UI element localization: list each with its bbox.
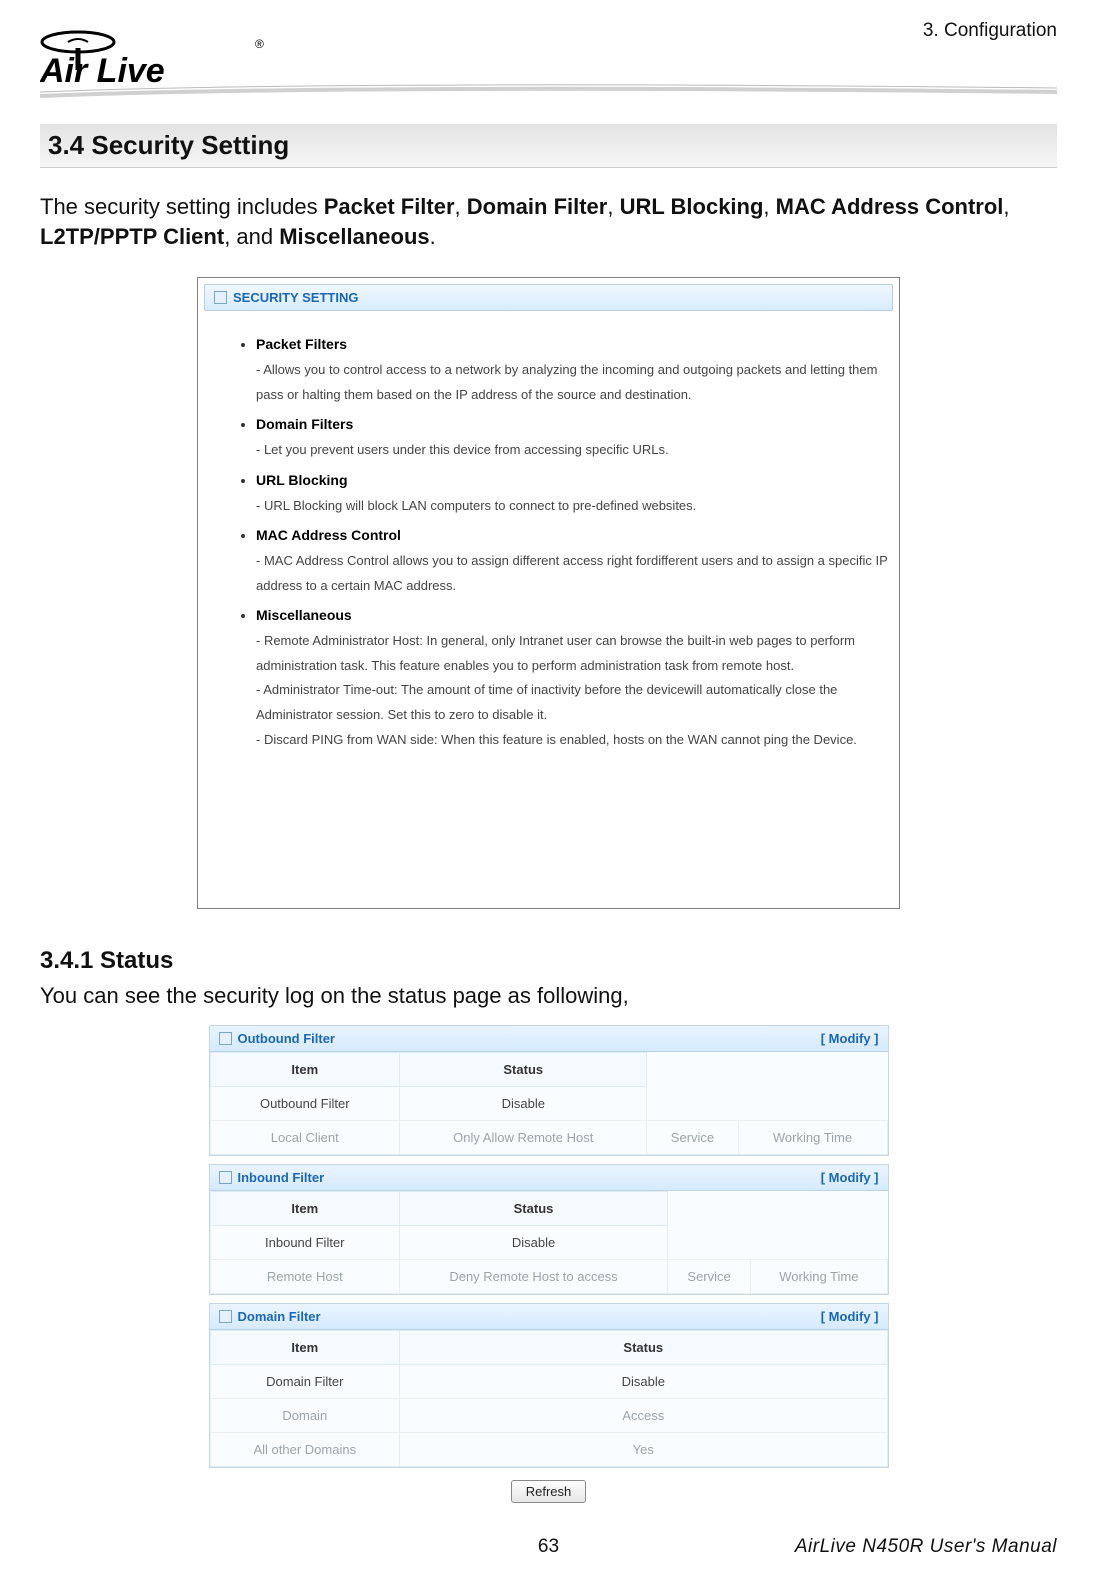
security-item-title: Packet Filters: [256, 336, 347, 352]
intro-prefix: The security setting includes: [40, 194, 324, 219]
table-cell: Domain Filter: [210, 1365, 400, 1399]
status-block: Inbound Filter[ Modify ]ItemStatusInboun…: [209, 1164, 889, 1295]
table-header: Status: [400, 1192, 668, 1226]
panel-header: SECURITY SETTING: [204, 284, 893, 311]
table-cell-muted: Working Time: [751, 1260, 887, 1294]
chapter-label: 3. Configuration: [923, 20, 1057, 42]
security-item: MAC Address Control - MAC Address Control…: [256, 522, 891, 598]
table-cell-muted: Access: [400, 1399, 887, 1433]
table-cell: Disable: [400, 1365, 887, 1399]
table-cell-muted: Only Allow Remote Host: [400, 1121, 647, 1155]
security-item: Domain Filters - Let you prevent users un…: [256, 411, 891, 462]
table-header: Item: [210, 1331, 400, 1365]
security-item-title: URL Blocking: [256, 472, 348, 488]
table-cell-muted: Service: [647, 1121, 738, 1155]
intro-bold-3: URL Blocking: [620, 194, 764, 219]
table-cell-muted: All other Domains: [210, 1433, 400, 1467]
table-cell-muted: Domain: [210, 1399, 400, 1433]
status-block-title: Domain Filter: [238, 1309, 321, 1324]
security-item-desc: - Let you prevent users under this devic…: [256, 438, 891, 463]
subsection-intro: You can see the security log on the stat…: [40, 983, 1057, 1009]
security-item-title: MAC Address Control: [256, 527, 401, 543]
table-cell: Inbound Filter: [210, 1226, 400, 1260]
table-cell-muted: Remote Host: [210, 1260, 400, 1294]
modify-link[interactable]: [ Modify ]: [821, 1031, 879, 1046]
intro-bold-6: Miscellaneous: [279, 224, 429, 249]
table-header: Item: [210, 1192, 400, 1226]
intro-bold-5: L2TP/PPTP Client: [40, 224, 224, 249]
intro-bold-4: MAC Address Control: [776, 194, 1004, 219]
table-cell-muted: Local Client: [210, 1121, 400, 1155]
status-block: Outbound Filter[ Modify ]ItemStatusOutbo…: [209, 1025, 889, 1156]
table-cell-muted: Service: [667, 1260, 750, 1294]
modify-link[interactable]: [ Modify ]: [821, 1309, 879, 1324]
header-divider: [40, 80, 1057, 100]
security-item: URL Blocking - URL Blocking will block LA…: [256, 467, 891, 518]
security-item-desc: - Discard PING from WAN side: When this …: [256, 728, 891, 753]
security-item-desc: - URL Blocking will block LAN computers …: [256, 494, 891, 519]
status-block-title: Inbound Filter: [238, 1170, 325, 1185]
table-cell-muted: Working Time: [738, 1121, 887, 1155]
table-cell-muted: Yes: [400, 1433, 887, 1467]
security-item-desc: - Administrator Time-out: The amount of …: [256, 678, 891, 727]
table-header: Item: [210, 1053, 400, 1087]
table-header: Status: [400, 1053, 647, 1087]
status-page-panel: Outbound Filter[ Modify ]ItemStatusOutbo…: [209, 1025, 889, 1505]
panel-title: SECURITY SETTING: [233, 290, 358, 305]
status-block-header: Domain Filter [ Modify ]: [210, 1304, 888, 1330]
security-setting-panel: SECURITY SETTING Packet Filters - Allows …: [197, 277, 900, 909]
security-item: Packet Filters - Allows you to control ac…: [256, 331, 891, 407]
svg-text:®: ®: [255, 37, 264, 51]
document-title: AirLive N450R User's Manual: [795, 1536, 1057, 1558]
table-header: Status: [400, 1331, 887, 1365]
status-block-title: Outbound Filter: [238, 1031, 335, 1046]
refresh-button[interactable]: Refresh: [511, 1480, 587, 1503]
table-cell: Disable: [400, 1087, 647, 1121]
security-item-desc: - Allows you to control access to a netw…: [256, 358, 891, 407]
table-cell: Outbound Filter: [210, 1087, 400, 1121]
security-item-title: Domain Filters: [256, 416, 353, 432]
status-block-header: Inbound Filter [ Modify ]: [210, 1165, 888, 1191]
modify-link[interactable]: [ Modify ]: [821, 1170, 879, 1185]
panel-icon: [219, 1310, 232, 1323]
section-heading: 3.4 Security Setting: [40, 124, 1057, 168]
section-intro: The security setting includes Packet Fil…: [40, 192, 1057, 251]
table-cell-muted: Deny Remote Host to access: [400, 1260, 668, 1294]
intro-bold-2: Domain Filter: [467, 194, 608, 219]
security-item-desc: - Remote Administrator Host: In general,…: [256, 629, 891, 678]
security-item: Miscellaneous - Remote Administrator Host…: [256, 602, 891, 752]
security-item-desc: - MAC Address Control allows you to assi…: [256, 549, 891, 598]
intro-bold-1: Packet Filter: [324, 194, 455, 219]
panel-icon: [214, 291, 227, 304]
security-item-title: Miscellaneous: [256, 607, 352, 623]
table-cell: Disable: [400, 1226, 668, 1260]
panel-icon: [219, 1171, 232, 1184]
panel-icon: [219, 1032, 232, 1045]
status-block: Domain Filter[ Modify ]ItemStatusDomain …: [209, 1303, 889, 1468]
subsection-heading: 3.4.1 Status: [40, 947, 1057, 975]
status-block-header: Outbound Filter [ Modify ]: [210, 1026, 888, 1052]
